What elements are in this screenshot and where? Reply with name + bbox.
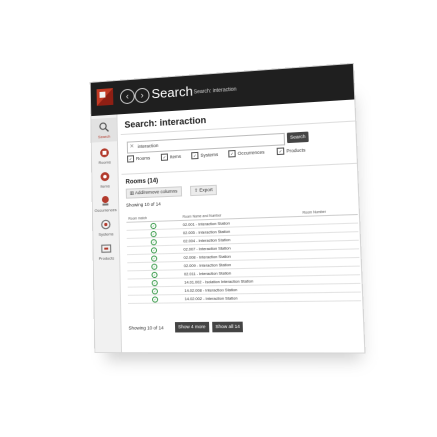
section-title: Rooms (14): [125, 178, 159, 186]
check-circle-icon: ✓: [150, 222, 157, 229]
search-input-value: interaction: [137, 142, 159, 150]
occurrences-icon: [101, 195, 109, 206]
filter-systems-checkbox[interactable]: ✓ Systems: [191, 151, 218, 161]
filter-label: Systems: [200, 151, 219, 158]
stage: ‹ › Search Search: interaction Search Ro…: [0, 0, 437, 437]
add-remove-columns-button[interactable]: ▥ Add/remove columns: [125, 186, 182, 199]
filter-rooms-checkbox[interactable]: ✓ Rooms: [127, 154, 150, 163]
sidebar: Search Rooms Items Occurrences Systems P…: [91, 114, 123, 353]
check-circle-icon: ✓: [150, 238, 157, 245]
check-icon: ✓: [276, 147, 285, 155]
showing-count-bottom: Showing 10 of 14: [128, 325, 164, 331]
filter-label: Products: [286, 147, 306, 154]
check-icon: ✓: [191, 151, 199, 160]
page-title: Search: [151, 83, 194, 102]
check-circle-icon: ✓: [151, 254, 158, 262]
chevron-left-icon: ‹: [125, 90, 129, 102]
search-button[interactable]: Search: [286, 131, 309, 144]
close-icon[interactable]: ×: [130, 142, 134, 152]
products-icon: [100, 242, 112, 254]
app-window: ‹ › Search Search: interaction Search Ro…: [89, 62, 366, 354]
check-circle-icon: ✓: [150, 230, 157, 237]
check-icon: ✓: [127, 155, 135, 163]
sidebar-item-label: Products: [98, 255, 115, 261]
room-match-cell: ✓: [127, 294, 183, 304]
filter-items-checkbox[interactable]: ✓ Items: [160, 153, 182, 162]
rooms-table: Room match Room Name and Number Room Num…: [126, 207, 362, 304]
app-logo: [97, 88, 114, 106]
search-icon: [99, 122, 110, 133]
rooms-icon: [100, 148, 109, 158]
sidebar-item-label: Rooms: [98, 159, 111, 166]
check-circle-icon: ✓: [151, 271, 158, 278]
room-number-cell: [303, 292, 362, 302]
add-remove-columns-label: Add/remove columns: [134, 188, 178, 196]
sidebar-item-items[interactable]: Items: [92, 170, 118, 189]
chevron-right-icon: ›: [140, 89, 144, 101]
sidebar-item-label: Items: [100, 183, 110, 189]
sidebar-item-search[interactable]: Search: [91, 117, 117, 143]
back-button[interactable]: ‹: [119, 88, 135, 105]
sidebar-item-occurrences[interactable]: Occurrences: [93, 194, 119, 213]
divider: [121, 162, 357, 175]
sidebar-item-label: Occurrences: [94, 207, 117, 213]
check-circle-icon: ✓: [151, 287, 158, 294]
breadcrumb: Search: interaction: [193, 86, 237, 96]
forward-button[interactable]: ›: [134, 87, 150, 104]
filter-label: Occurrences: [237, 149, 265, 157]
check-icon: ✓: [228, 149, 236, 158]
filter-label: Items: [169, 153, 182, 160]
room-name-cell[interactable]: 14.02.002 - Interaction Station: [182, 292, 304, 303]
search-heading: Search: interaction: [124, 114, 207, 130]
export-button[interactable]: ⇪ Export: [189, 184, 218, 197]
filter-products-checkbox[interactable]: ✓ Products: [276, 146, 306, 156]
items-icon: [100, 172, 110, 181]
export-label: Export: [199, 186, 213, 193]
show-more-button[interactable]: Show 4 more: [174, 321, 209, 333]
check-icon: ✓: [160, 153, 169, 161]
check-circle-icon: ✓: [151, 279, 158, 286]
check-circle-icon: ✓: [151, 295, 159, 303]
check-circle-icon: ✓: [150, 246, 158, 254]
sidebar-item-rooms[interactable]: Rooms: [92, 146, 118, 165]
sidebar-item-products[interactable]: Products: [93, 242, 119, 261]
systems-icon: [100, 218, 112, 230]
sidebar-item-label: Search: [98, 133, 111, 140]
showing-count-top: Showing 10 of 14: [126, 201, 161, 208]
sidebar-item-label: Systems: [98, 231, 114, 237]
filter-label: Rooms: [135, 155, 151, 162]
check-circle-icon: ✓: [151, 263, 158, 270]
show-all-button[interactable]: Show all 14: [212, 321, 244, 333]
main-content: Search: interaction × interaction Search…: [120, 102, 364, 353]
filter-occurrences-checkbox[interactable]: ✓ Occurrences: [228, 148, 265, 158]
sidebar-item-systems[interactable]: Systems: [93, 218, 119, 237]
